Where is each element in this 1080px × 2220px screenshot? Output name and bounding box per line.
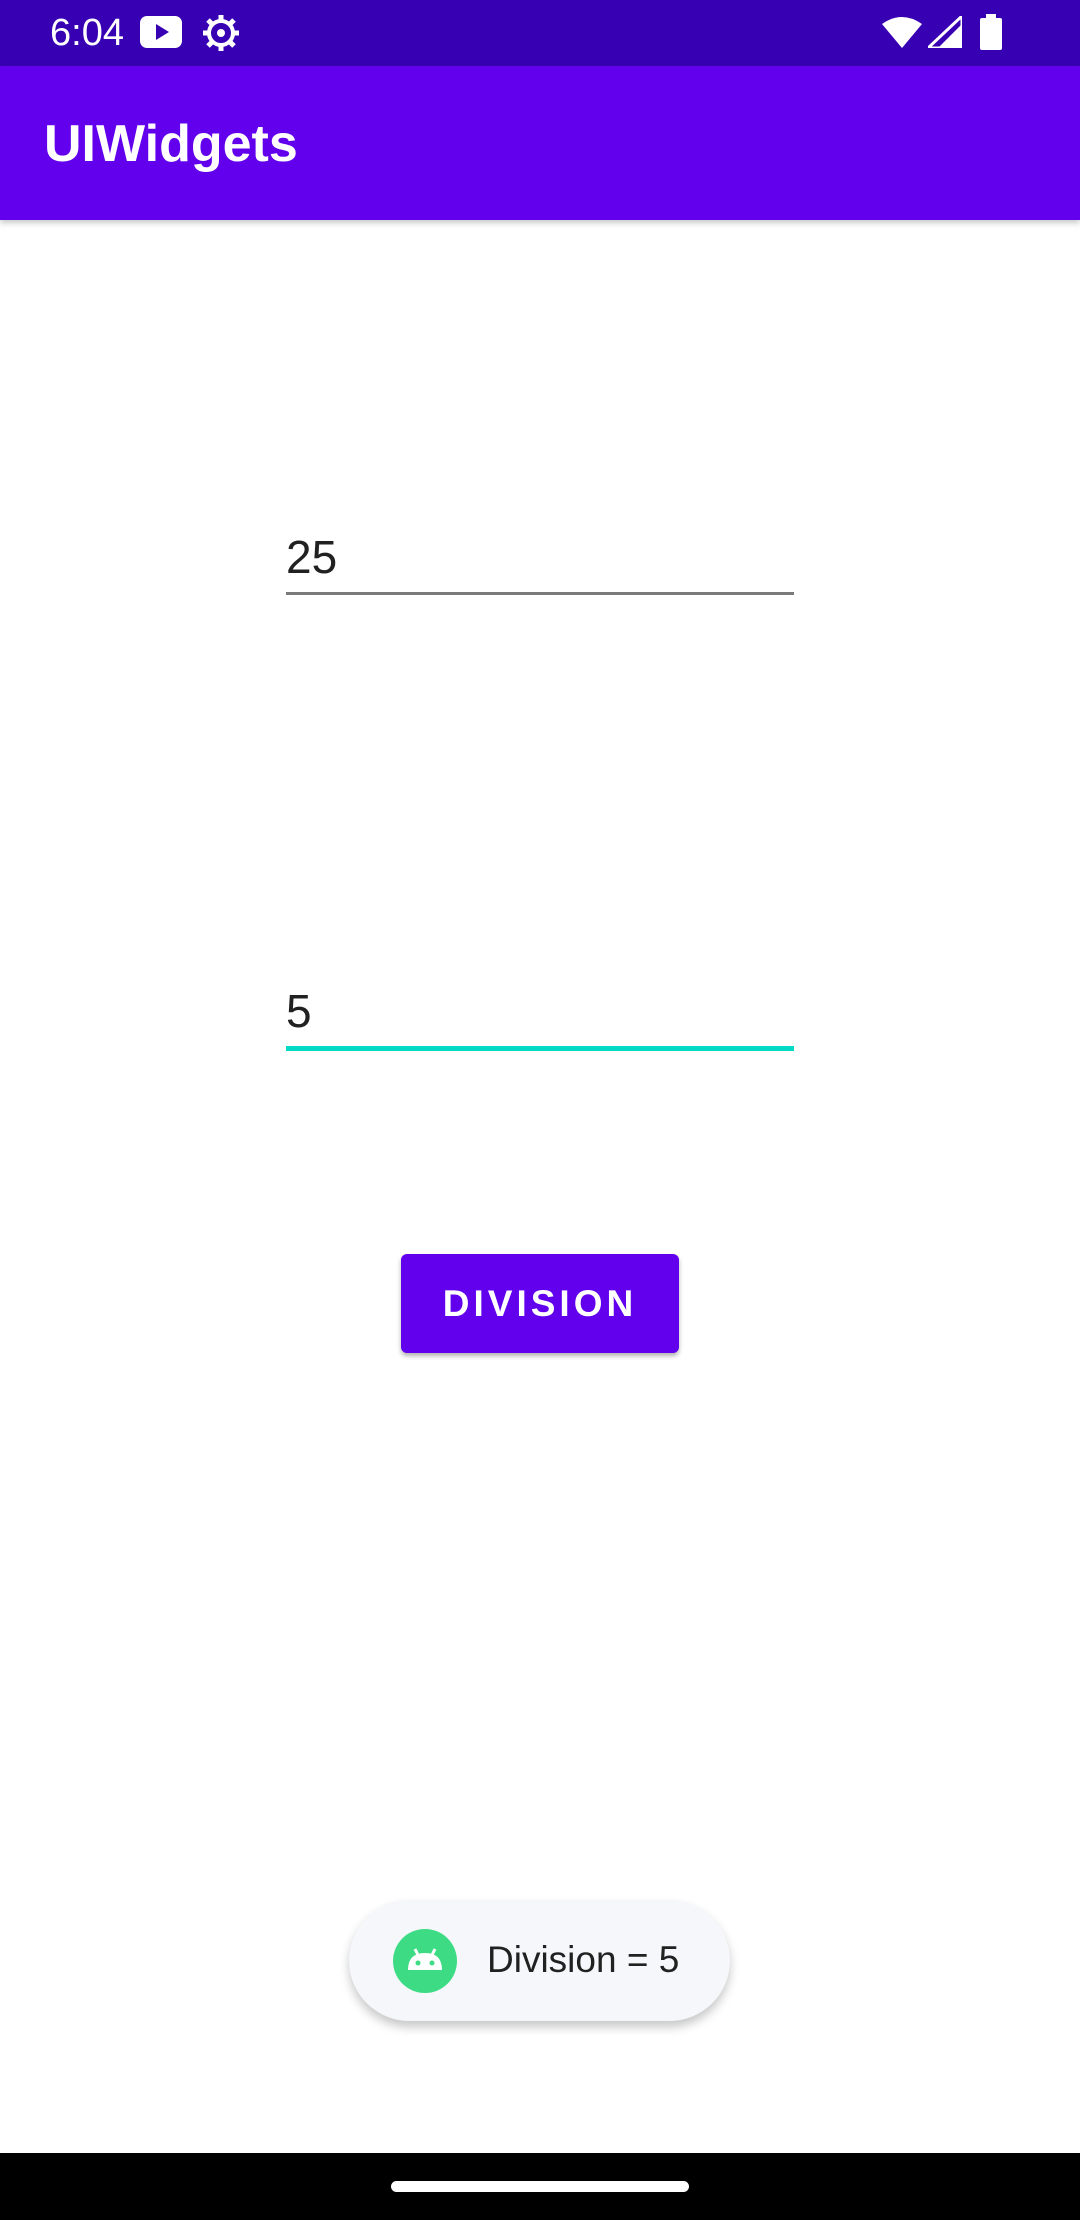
battery-icon	[980, 14, 1002, 55]
second-number-underline	[286, 1046, 794, 1051]
second-number-field[interactable]	[286, 976, 794, 1051]
status-time: 6:04	[50, 12, 124, 54]
app-bar: UIWidgets	[0, 66, 1080, 220]
signal-icon	[924, 12, 964, 53]
second-number-input[interactable]	[286, 976, 794, 1046]
division-button[interactable]: DIVISION	[401, 1254, 679, 1353]
toast-message: Division = 5	[487, 1939, 680, 1980]
gesture-handle[interactable]	[391, 2181, 689, 2192]
settings-icon	[202, 14, 240, 57]
first-number-field[interactable]	[286, 522, 794, 595]
youtube-icon	[140, 16, 182, 53]
android-icon	[393, 1929, 457, 1993]
toast: Division = 5	[349, 1900, 730, 2021]
status-bar: 6:04	[0, 0, 1080, 66]
first-number-underline	[286, 592, 794, 595]
first-number-input[interactable]	[286, 522, 794, 592]
navigation-bar	[0, 2153, 1080, 2220]
app-title: UIWidgets	[44, 115, 298, 173]
wifi-icon	[882, 16, 922, 53]
